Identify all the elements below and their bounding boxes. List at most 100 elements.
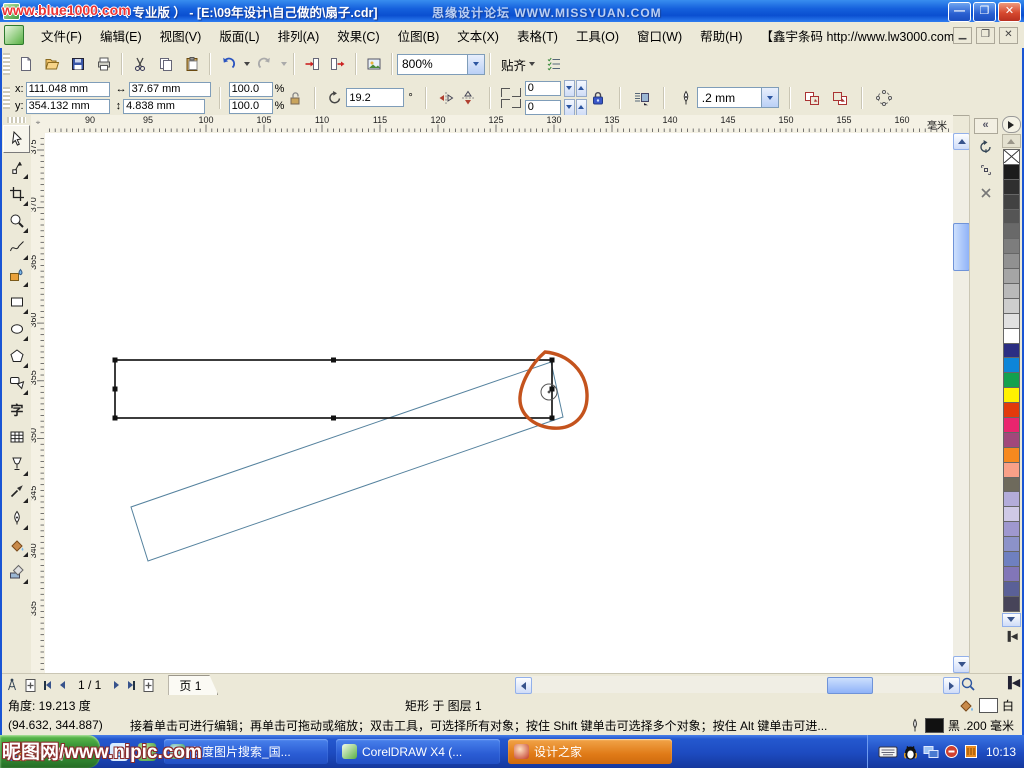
keyboard-tray-icon[interactable] bbox=[878, 745, 898, 759]
mirror-vertical-button[interactable] bbox=[457, 87, 479, 109]
color-swatch-3[interactable] bbox=[1003, 195, 1020, 210]
x-position-field[interactable]: 111.048 mm bbox=[26, 82, 110, 97]
scale-x-field[interactable]: 100.0 bbox=[229, 82, 273, 97]
blue-rotated-rectangle[interactable] bbox=[131, 362, 563, 561]
color-swatch-12[interactable] bbox=[1003, 329, 1020, 344]
add-page-after-button[interactable] bbox=[140, 677, 157, 694]
zoom-tool[interactable] bbox=[4, 208, 29, 234]
rectangle-tool[interactable] bbox=[4, 289, 29, 315]
horizontal-scrollbar[interactable] bbox=[515, 676, 959, 693]
color-swatch-23[interactable] bbox=[1003, 492, 1020, 507]
menu-item-2[interactable]: 视图(V) bbox=[151, 23, 211, 48]
scroll-left-button[interactable] bbox=[515, 677, 532, 694]
color-swatch-30[interactable] bbox=[1003, 597, 1020, 612]
menu-item-4[interactable]: 排列(A) bbox=[269, 23, 329, 48]
color-swatch-10[interactable] bbox=[1003, 299, 1020, 314]
menu-item-5[interactable]: 效果(C) bbox=[328, 23, 388, 48]
zoom-combo-arrow[interactable] bbox=[467, 55, 484, 74]
options-icon[interactable] bbox=[541, 52, 567, 76]
new-document-button[interactable] bbox=[13, 52, 39, 76]
menu-item-12[interactable]: 【鑫宇条码 http://www.lw3000.com】 bbox=[751, 23, 975, 48]
corner-radius-br-field[interactable]: 0 bbox=[525, 100, 561, 115]
color-swatch-25[interactable] bbox=[1003, 522, 1020, 537]
palette-scroll-down[interactable] bbox=[1002, 613, 1021, 627]
vertical-scrollbar[interactable] bbox=[953, 133, 969, 673]
undo-button[interactable] bbox=[215, 52, 241, 76]
lock-corners-icon[interactable] bbox=[587, 87, 609, 109]
color-swatch-28[interactable] bbox=[1003, 567, 1020, 582]
last-page-button[interactable] bbox=[124, 677, 139, 694]
corner-br-up[interactable] bbox=[576, 99, 587, 116]
ellipse-tool[interactable] bbox=[4, 316, 29, 342]
network-tray-icon[interactable] bbox=[923, 745, 939, 759]
drawing-area[interactable] bbox=[45, 133, 953, 673]
to-front-button[interactable] bbox=[801, 87, 823, 109]
lock-ratio-icon[interactable] bbox=[284, 87, 306, 109]
next-page-button[interactable] bbox=[109, 677, 124, 694]
color-swatch-13[interactable] bbox=[1003, 344, 1020, 359]
blend-tool[interactable] bbox=[4, 451, 29, 477]
wrap-text-button[interactable] bbox=[631, 87, 653, 109]
smart-fill-tool[interactable] bbox=[4, 262, 29, 288]
interactive-fill-tool[interactable] bbox=[4, 559, 29, 585]
add-page-before-button[interactable] bbox=[22, 677, 39, 694]
outline-pen-tool[interactable] bbox=[4, 505, 29, 531]
import-button[interactable] bbox=[299, 52, 325, 76]
color-swatch-5[interactable] bbox=[1003, 224, 1020, 239]
snap-to-button[interactable]: 贴齐 bbox=[495, 53, 541, 76]
outline-width-combo[interactable]: .2 mm bbox=[697, 87, 779, 108]
propbar-grip[interactable] bbox=[3, 87, 10, 109]
menu-item-6[interactable]: 位图(B) bbox=[389, 23, 449, 48]
object-width-field[interactable]: 37.67 mm bbox=[129, 82, 211, 97]
color-swatch-8[interactable] bbox=[1003, 269, 1020, 284]
docker-close-icon[interactable] bbox=[975, 183, 997, 203]
menu-item-8[interactable]: 表格(T) bbox=[508, 23, 567, 48]
paste-button[interactable] bbox=[179, 52, 205, 76]
color-swatch-16[interactable] bbox=[1003, 388, 1020, 403]
selection-handles[interactable] bbox=[113, 358, 555, 421]
color-swatch-29[interactable] bbox=[1003, 582, 1020, 597]
restore-button[interactable]: ❐ bbox=[973, 2, 996, 22]
object-height-field[interactable]: 4.838 mm bbox=[123, 99, 205, 114]
palette-home-icon[interactable]: ▐◀ bbox=[1003, 631, 1019, 642]
color-swatch-1[interactable] bbox=[1003, 165, 1020, 180]
dict-tray-icon[interactable] bbox=[964, 744, 978, 759]
color-swatch-19[interactable] bbox=[1003, 433, 1020, 448]
ruler-origin[interactable]: ⌖ bbox=[31, 115, 46, 134]
minimize-button[interactable]: — bbox=[948, 2, 971, 22]
freehand-tool[interactable] bbox=[4, 235, 29, 261]
outline-combo-arrow[interactable] bbox=[761, 88, 778, 107]
color-swatch-22[interactable] bbox=[1003, 478, 1020, 493]
scale-y-field[interactable]: 100.0 bbox=[229, 99, 273, 114]
app-launcher-icon[interactable] bbox=[361, 52, 387, 76]
doc-close-button[interactable]: ✕ bbox=[999, 27, 1018, 44]
y-position-field[interactable]: 354.132 mm bbox=[26, 99, 110, 114]
open-button[interactable] bbox=[39, 52, 65, 76]
table-tool[interactable] bbox=[4, 424, 29, 450]
doc-minimize-button[interactable]: ▁ bbox=[953, 27, 972, 44]
mirror-horizontal-button[interactable] bbox=[435, 87, 457, 109]
palette-scroll-up[interactable] bbox=[1002, 134, 1021, 148]
color-swatch-21[interactable] bbox=[1003, 463, 1020, 478]
symmetry-icon[interactable] bbox=[873, 87, 895, 109]
page-tab[interactable]: 页 1 bbox=[168, 675, 218, 695]
color-swatch-15[interactable] bbox=[1003, 373, 1020, 388]
cut-button[interactable] bbox=[127, 52, 153, 76]
task-shejizhijia[interactable]: 设计之家 bbox=[508, 739, 672, 764]
security-tray-icon[interactable] bbox=[944, 744, 959, 759]
scroll-down-button[interactable] bbox=[953, 656, 970, 673]
transform-rotate-icon[interactable] bbox=[975, 137, 997, 157]
color-swatch-2[interactable] bbox=[1003, 180, 1020, 195]
previous-page-button[interactable] bbox=[55, 677, 70, 694]
scroll-up-button[interactable] bbox=[953, 133, 970, 150]
qq-tray-icon[interactable] bbox=[903, 744, 918, 760]
palette-flyout-button[interactable] bbox=[1002, 116, 1021, 133]
corner-radius-tl-field[interactable]: 0 bbox=[525, 81, 561, 96]
redo-button[interactable] bbox=[252, 52, 278, 76]
first-page-button[interactable] bbox=[40, 677, 55, 694]
menu-item-3[interactable]: 版面(L) bbox=[210, 23, 268, 48]
color-swatch-24[interactable] bbox=[1003, 507, 1020, 522]
vertical-scroll-thumb[interactable] bbox=[953, 223, 970, 271]
color-swatch-9[interactable] bbox=[1003, 284, 1020, 299]
undo-dropdown[interactable] bbox=[241, 52, 252, 76]
